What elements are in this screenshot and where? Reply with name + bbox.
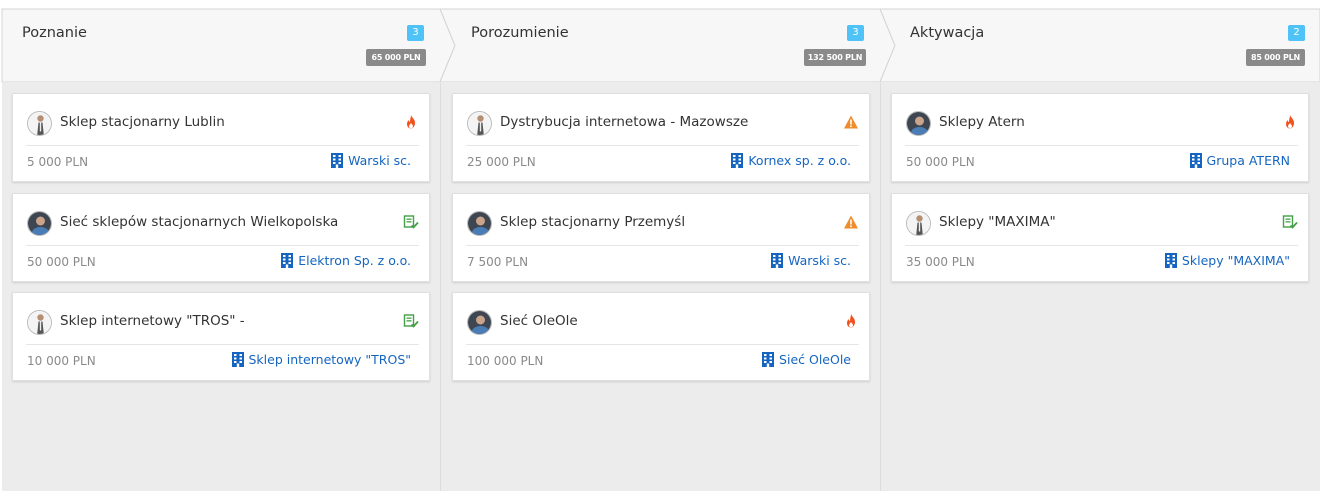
- deal-card[interactable]: Sieć sklepów stacjonarnych Wielkopolska 5…: [12, 193, 430, 282]
- fire-icon: [1282, 114, 1298, 130]
- company-link[interactable]: Warski sc.: [771, 253, 851, 268]
- column-divider: [880, 83, 881, 491]
- checklist-icon: [1282, 214, 1298, 230]
- deal-title[interactable]: Sklepy "MAXIMA": [939, 214, 1056, 230]
- fire-icon: [843, 313, 859, 329]
- building-icon: [281, 253, 294, 268]
- company-link[interactable]: Warski sc.: [331, 153, 411, 168]
- deal-amount: 10 000 PLN: [27, 354, 96, 368]
- stage-sum-badge: 85 000 PLN: [1246, 49, 1305, 66]
- owner-avatar[interactable]: [906, 111, 931, 136]
- owner-avatar[interactable]: [906, 211, 931, 236]
- company-link[interactable]: Sieć OleOle: [762, 352, 851, 367]
- building-icon: [731, 153, 744, 168]
- checklist-icon: [403, 214, 419, 230]
- building-icon: [771, 253, 784, 268]
- deal-count-badge: 2: [1288, 25, 1305, 41]
- card-divider: [466, 344, 859, 345]
- deal-amount: 25 000 PLN: [467, 155, 536, 169]
- company-name[interactable]: Sieć OleOle: [779, 352, 851, 367]
- checklist-icon: [403, 313, 419, 329]
- stage-header-shape-porozumienie: [439, 8, 896, 83]
- building-icon: [331, 153, 344, 168]
- stage-title-porozumienie[interactable]: Porozumienie: [471, 25, 569, 41]
- owner-avatar[interactable]: [27, 310, 52, 335]
- deal-card[interactable]: Sklepy Atern 50 000 PLN Grupa ATERN: [891, 93, 1309, 182]
- stage-title-aktywacja[interactable]: Aktywacja: [910, 25, 984, 41]
- company-name[interactable]: Warski sc.: [788, 253, 851, 268]
- deal-amount: 5 000 PLN: [27, 155, 89, 169]
- company-link[interactable]: Elektron Sp. z o.o.: [281, 253, 411, 268]
- deal-card[interactable]: Sklep stacjonarny Przemyśl 7 500 PLN Warsk…: [452, 193, 870, 282]
- card-divider: [466, 145, 859, 146]
- deal-card[interactable]: Sklep internetowy "TROS" - 10 000 PLN Skle…: [12, 292, 430, 381]
- deal-amount: 50 000 PLN: [906, 155, 975, 169]
- owner-avatar[interactable]: [27, 111, 52, 136]
- deal-title[interactable]: Sklep stacjonarny Przemyśl: [500, 214, 685, 230]
- warning-icon: [843, 114, 859, 130]
- deal-title[interactable]: Dystrybucja internetowa - Mazowsze: [500, 114, 748, 130]
- card-divider: [26, 145, 419, 146]
- deal-title[interactable]: Sieć sklepów stacjonarnych Wielkopolska: [60, 214, 338, 230]
- deal-amount: 7 500 PLN: [467, 255, 529, 269]
- building-icon: [1189, 153, 1202, 168]
- stage-header-row: Poznanie 3 65 000 PLN Porozumienie 3 132…: [0, 0, 1320, 83]
- company-name[interactable]: Sklepy "MAXIMA": [1182, 253, 1290, 268]
- owner-avatar[interactable]: [467, 211, 492, 236]
- warning-icon: [843, 214, 859, 230]
- stage-title-poznanie[interactable]: Poznanie: [22, 25, 87, 41]
- company-link[interactable]: Sklep internetowy "TROS": [231, 352, 412, 367]
- deal-amount: 100 000 PLN: [467, 354, 544, 368]
- column-divider: [440, 83, 441, 491]
- deal-amount: 50 000 PLN: [27, 255, 96, 269]
- company-name[interactable]: Elektron Sp. z o.o.: [298, 253, 411, 268]
- pipeline-board: Poznanie 3 65 000 PLN Porozumienie 3 132…: [0, 0, 1320, 491]
- stage-header-shapes: [1, 8, 1320, 83]
- company-name[interactable]: Warski sc.: [348, 153, 411, 168]
- deal-amount: 35 000 PLN: [906, 255, 975, 269]
- deal-count-badge: 3: [847, 25, 864, 41]
- owner-avatar[interactable]: [467, 111, 492, 136]
- owner-avatar[interactable]: [27, 211, 52, 236]
- card-divider: [905, 145, 1298, 146]
- owner-avatar[interactable]: [467, 310, 492, 335]
- card-divider: [466, 245, 859, 246]
- stage-sum-badge: 65 000 PLN: [366, 49, 426, 66]
- stage-header-shape-poznanie: [1, 8, 456, 83]
- deal-title[interactable]: Sklepy Atern: [939, 114, 1025, 130]
- company-name[interactable]: Kornex sp. z o.o.: [748, 153, 851, 168]
- company-name[interactable]: Sklep internetowy "TROS": [249, 352, 412, 367]
- building-icon: [762, 352, 775, 367]
- deal-card[interactable]: Sklep stacjonarny Lublin 5 000 PLN Warski …: [12, 93, 430, 182]
- deal-card[interactable]: Sklepy "MAXIMA" 35 000 PLN Sklepy "MAXIMA": [891, 193, 1309, 282]
- company-link[interactable]: Kornex sp. z o.o.: [731, 153, 851, 168]
- card-divider: [26, 245, 419, 246]
- card-divider: [26, 344, 419, 345]
- stage-sum-badge: 132 500 PLN: [804, 49, 866, 66]
- building-icon: [231, 352, 244, 367]
- fire-icon: [403, 114, 419, 130]
- card-divider: [905, 245, 1298, 246]
- stage-header-shape-aktywacja: [879, 8, 1320, 83]
- deal-title[interactable]: Sklep stacjonarny Lublin: [60, 114, 225, 130]
- company-name[interactable]: Grupa ATERN: [1207, 153, 1290, 168]
- deal-title[interactable]: Sieć OleOle: [500, 313, 578, 329]
- company-link[interactable]: Sklepy "MAXIMA": [1164, 253, 1290, 268]
- deal-count-badge: 3: [407, 25, 424, 41]
- deal-card[interactable]: Sieć OleOle 100 000 PLN Sieć OleOle: [452, 292, 870, 381]
- company-link[interactable]: Grupa ATERN: [1189, 153, 1290, 168]
- deal-title[interactable]: Sklep internetowy "TROS" -: [60, 313, 245, 329]
- building-icon: [1164, 253, 1177, 268]
- deal-card[interactable]: Dystrybucja internetowa - Mazowsze 25 000…: [452, 93, 870, 182]
